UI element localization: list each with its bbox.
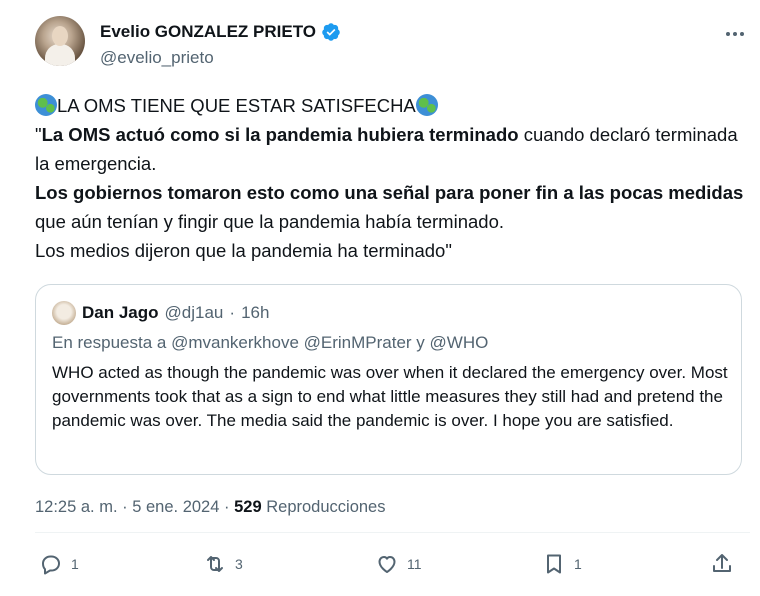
meta-separator: · <box>224 498 230 516</box>
quoted-time: 16h <box>241 303 270 322</box>
tweet-text: LA OMS TIENE QUE ESTAR SATISFECHA "La OM… <box>35 91 745 265</box>
reply-mentions: @mvankerkhove @ErinMPrater y @WHO <box>171 333 489 352</box>
heart-icon <box>378 556 396 573</box>
meta-separator: · <box>122 498 128 516</box>
tweet-paragraph-2: Los gobiernos tomaron esto como una seña… <box>35 178 745 236</box>
avatar-figure-face <box>52 26 68 46</box>
reply-count: 1 <box>71 556 79 572</box>
avatar-figure-body <box>45 44 75 66</box>
views-count: 529 <box>234 498 262 516</box>
tweet-headline: LA OMS TIENE QUE ESTAR SATISFECHA <box>35 91 745 120</box>
tweet-meta: 12:25 a. m. · 5 ene. 2024 · 529 Reproduc… <box>35 498 385 517</box>
views-label: Reproducciones <box>266 498 386 516</box>
bookmark-button[interactable]: 1 <box>542 552 582 576</box>
tweet-date[interactable]: 5 ene. 2024 <box>132 498 219 516</box>
tweet-headline-text: LA OMS TIENE QUE ESTAR SATISFECHA <box>57 95 416 116</box>
tweet-bold-1: La OMS actuó como si la pandemia hubiera… <box>41 124 519 145</box>
action-bar: 1 3 11 1 <box>35 552 750 588</box>
open-quote: " <box>35 124 42 145</box>
share-button[interactable] <box>710 552 734 576</box>
share-icon <box>713 554 731 572</box>
quoted-tweet-header: Dan Jago @dj1au · 16h <box>52 301 269 325</box>
reply-icon <box>42 555 60 575</box>
quoted-reply-context: En respuesta a @mvankerkhove @ErinMPrate… <box>52 333 488 353</box>
retweet-count: 3 <box>235 556 243 572</box>
quoted-tweet-body: WHO acted as though the pandemic was ove… <box>52 363 728 430</box>
tweet-paragraph-3: Los medios dijeron que la pandemia ha te… <box>35 240 452 261</box>
author-avatar[interactable] <box>35 16 85 66</box>
more-options-icon[interactable] <box>720 24 750 44</box>
author-name[interactable]: Evelio GONZALEZ PRIETO <box>100 22 316 42</box>
reply-prefix: En respuesta a <box>52 333 167 352</box>
tweet-paragraph-1: "La OMS actuó como si la pandemia hubier… <box>35 120 745 178</box>
quoted-author-avatar <box>52 301 76 325</box>
quoted-author-name: Dan Jago <box>82 303 159 322</box>
bookmark-count: 1 <box>574 556 582 572</box>
globe-emoji-icon <box>415 94 438 116</box>
author-name-row: Evelio GONZALEZ PRIETO <box>100 22 341 42</box>
verified-badge-icon <box>322 23 340 41</box>
tweet-bold-2: Los gobiernos tomaron esto como una seña… <box>35 182 744 203</box>
retweet-icon <box>207 556 223 572</box>
quoted-author-handle: @dj1au <box>164 303 224 322</box>
author-handle[interactable]: @evelio_prieto <box>100 48 214 68</box>
tweet-text-2: que aún tenían y fingir que la pandemia … <box>35 211 504 232</box>
quoted-separator: · <box>229 303 236 322</box>
divider <box>35 532 750 533</box>
globe-emoji-icon <box>35 94 57 116</box>
tweet-header: Evelio GONZALEZ PRIETO @evelio_prieto <box>35 16 750 76</box>
tweet-time[interactable]: 12:25 a. m. <box>35 498 118 516</box>
quoted-tweet-card[interactable]: Dan Jago @dj1au · 16h En respuesta a @mv… <box>35 284 742 475</box>
reply-button[interactable]: 1 <box>39 552 79 576</box>
bookmark-icon <box>547 554 561 574</box>
retweet-button[interactable]: 3 <box>203 552 243 576</box>
like-button[interactable]: 11 <box>375 552 422 576</box>
like-count: 11 <box>407 556 422 572</box>
